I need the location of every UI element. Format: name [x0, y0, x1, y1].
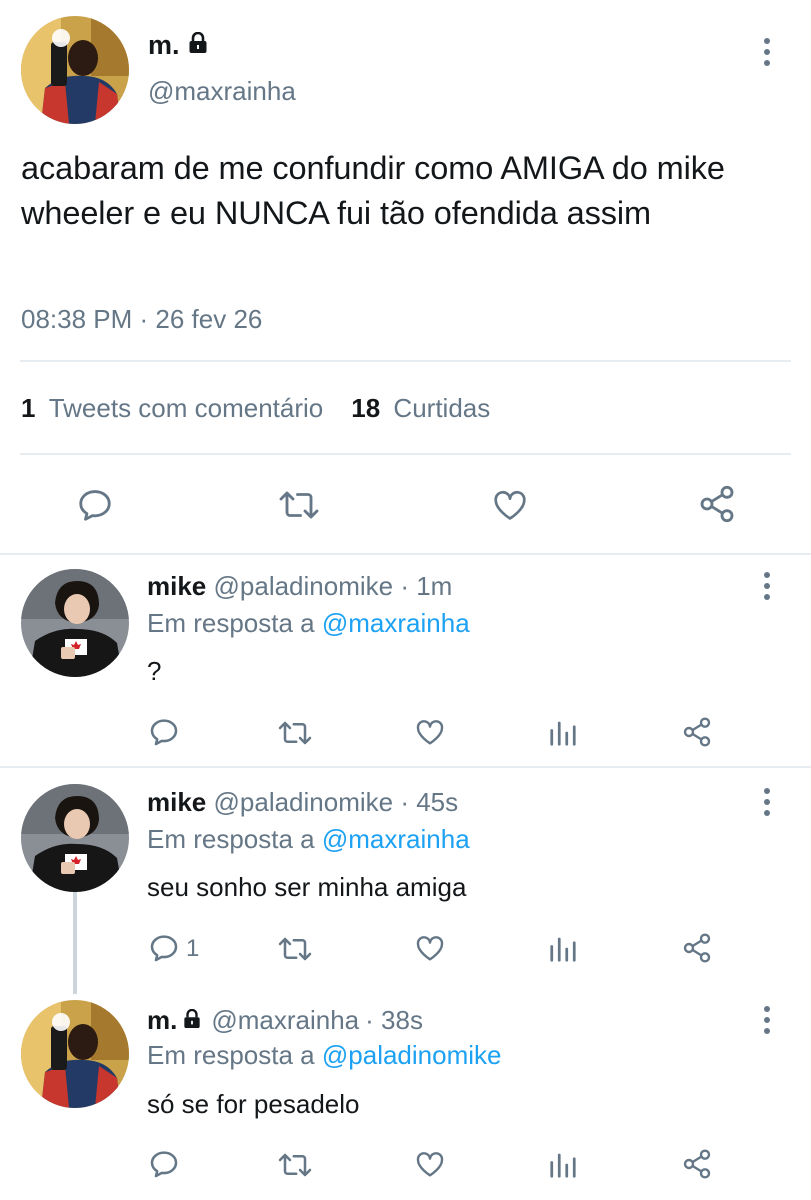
tweet-stats: 1 Tweets com comentário 18 Curtidas — [21, 393, 490, 424]
retweets-stat[interactable]: 1 Tweets com comentário — [21, 393, 323, 424]
author-row: m. — [148, 28, 208, 62]
reply-text: ? — [147, 656, 162, 686]
reply-prefix: Em resposta a — [147, 824, 315, 854]
thread-line — [73, 890, 77, 994]
likes-stat[interactable]: 18 Curtidas — [351, 393, 490, 424]
reply-author[interactable]: m. — [147, 1005, 177, 1036]
reply-author[interactable]: mike — [147, 571, 206, 601]
reply-to-link[interactable]: @maxrainha — [322, 824, 470, 854]
share-icon[interactable] — [681, 1148, 713, 1180]
tweet-text: acabaram de me confundir como AMIGA do m… — [21, 150, 725, 231]
reply-icon[interactable] — [148, 1148, 180, 1180]
reply-handle[interactable]: @paladinomike — [214, 571, 394, 601]
retweets-label: Tweets com comentário — [48, 393, 324, 423]
author-name[interactable]: m. — [148, 30, 180, 61]
avatar-maxrainha[interactable] — [21, 16, 129, 124]
lock-icon — [188, 31, 208, 59]
reply-header: mike @paladinomike · 45s — [147, 787, 458, 818]
like-icon[interactable] — [490, 486, 530, 524]
reply-prefix: Em resposta a — [147, 1040, 315, 1070]
avatar-maxrainha[interactable] — [21, 1000, 129, 1108]
like-icon[interactable] — [413, 1148, 447, 1180]
reply-time[interactable]: · 1m — [400, 571, 452, 601]
more-icon[interactable] — [755, 782, 779, 822]
divider — [0, 766, 811, 768]
retweets-count: 1 — [21, 393, 36, 423]
reply-time[interactable]: · 38s — [365, 1005, 423, 1036]
reply-context: Em resposta a @maxrainha — [147, 608, 470, 639]
like-icon[interactable] — [413, 932, 447, 964]
analytics-icon[interactable] — [548, 1150, 578, 1180]
reply-count: 1 — [186, 935, 200, 962]
share-icon[interactable] — [681, 932, 713, 964]
more-icon[interactable] — [755, 32, 779, 72]
reply-time[interactable]: · 45s — [400, 787, 458, 817]
reply-context: Em resposta a @maxrainha — [147, 824, 470, 855]
analytics-icon[interactable] — [548, 718, 578, 748]
reply-to-link[interactable]: @maxrainha — [322, 608, 470, 638]
reply-header: mike @paladinomike · 1m — [147, 571, 452, 602]
reply-context: Em resposta a @paladinomike — [147, 1040, 501, 1071]
reply-author[interactable]: mike — [147, 787, 206, 817]
like-icon[interactable] — [413, 716, 447, 748]
divider — [20, 360, 791, 362]
reply-icon[interactable] — [148, 716, 180, 748]
more-icon[interactable] — [755, 566, 779, 606]
retweet-icon[interactable] — [274, 487, 324, 523]
retweet-icon[interactable] — [274, 718, 316, 748]
tweet-timestamp: 08:38 PM · 26 fev 26 — [21, 304, 263, 334]
reply-prefix: Em resposta a — [147, 608, 315, 638]
reply-text: seu sonho ser minha amiga — [147, 872, 467, 902]
reply-handle[interactable]: @paladinomike — [214, 787, 394, 817]
retweet-icon[interactable] — [274, 1150, 316, 1180]
divider — [20, 453, 791, 455]
reply-to-link[interactable]: @paladinomike — [322, 1040, 502, 1070]
retweet-icon[interactable] — [274, 934, 316, 964]
reply-text: só se for pesadelo — [147, 1089, 360, 1119]
reply-icon[interactable] — [76, 486, 114, 524]
lock-icon — [183, 1005, 201, 1036]
likes-count: 18 — [351, 393, 381, 423]
divider — [0, 553, 811, 555]
avatar-paladinomike[interactable] — [21, 784, 129, 892]
avatar-paladinomike[interactable] — [21, 569, 129, 677]
reply-icon[interactable] — [148, 932, 180, 964]
share-icon[interactable] — [697, 484, 737, 524]
author-handle[interactable]: @maxrainha — [148, 76, 296, 107]
reply-header: m. @maxrainha · 38s — [147, 1005, 423, 1036]
reply-handle[interactable]: @maxrainha — [211, 1005, 359, 1036]
analytics-icon[interactable] — [548, 934, 578, 964]
likes-label: Curtidas — [393, 393, 491, 423]
more-icon[interactable] — [755, 1000, 779, 1040]
share-icon[interactable] — [681, 716, 713, 748]
